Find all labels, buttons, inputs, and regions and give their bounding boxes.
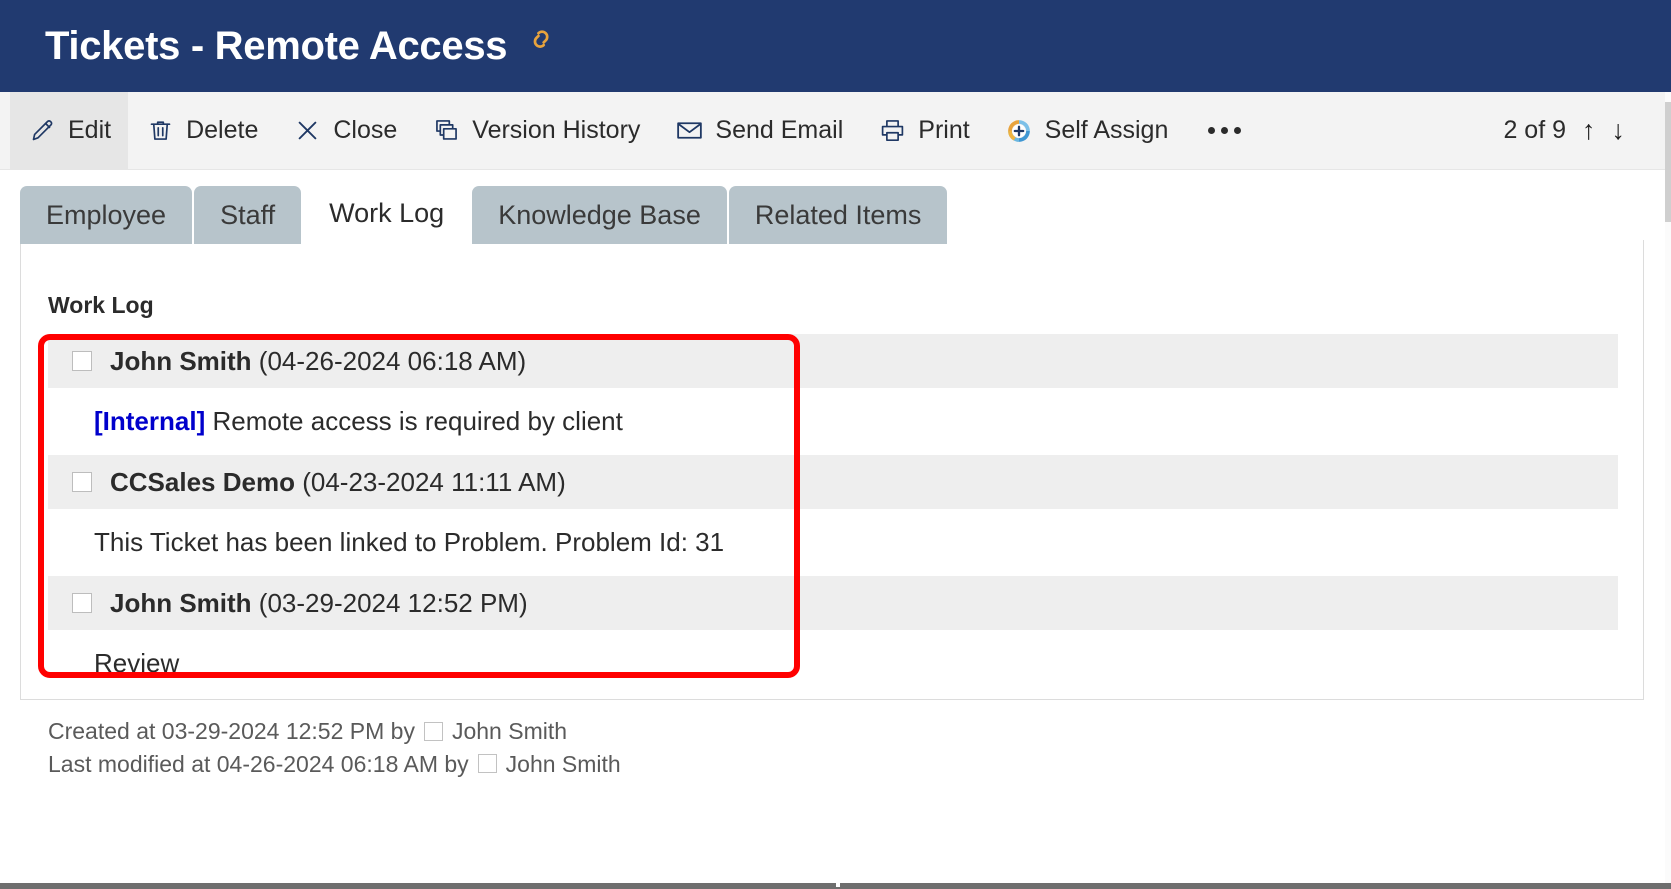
pager-position-label: 2 of 9 xyxy=(1503,116,1566,144)
delete-button[interactable]: Delete xyxy=(128,92,275,170)
created-by-name: John Smith xyxy=(451,718,568,744)
pencil-icon xyxy=(27,116,57,146)
avatar-placeholder-icon xyxy=(423,721,443,741)
work-log-message: This Ticket has been linked to Problem. … xyxy=(94,527,725,557)
work-log-entry-meta: CCSales Demo (04-23-2024 11:11 AM) xyxy=(110,467,566,498)
bottom-bar-notch xyxy=(836,882,840,887)
work-log-timestamp: (03-29-2024 12:52 PM) xyxy=(258,587,528,618)
work-log-timestamp: (04-23-2024 11:11 AM) xyxy=(302,466,566,497)
next-record-arrow-icon[interactable]: ↓ xyxy=(1612,117,1626,144)
work-log-message: Review xyxy=(94,648,180,678)
tab-employee-label: Employee xyxy=(46,199,167,230)
work-log-entry-meta: John Smith (03-29-2024 12:52 PM) xyxy=(110,588,528,619)
edit-button-label: Edit xyxy=(68,116,112,144)
avatar-placeholder-icon xyxy=(72,472,92,492)
tab-knowledge-base[interactable]: Knowledge Base xyxy=(472,186,727,244)
work-log-entry-meta: John Smith (04-26-2024 06:18 AM) xyxy=(110,346,526,377)
page-title: Tickets - Remote Access xyxy=(45,24,508,68)
avatar-placeholder-icon xyxy=(72,351,92,371)
work-log-author: John Smith xyxy=(110,587,252,618)
work-log-entry-body: Review xyxy=(48,630,1618,697)
created-at-label: Created at 03-29-2024 12:52 PM by xyxy=(48,718,415,744)
version-history-button[interactable]: Version History xyxy=(414,92,657,170)
tab-employee[interactable]: Employee xyxy=(20,186,193,244)
window-bottom-bar xyxy=(0,882,1671,889)
created-at-line: Created at 03-29-2024 12:52 PM by John S… xyxy=(48,715,1644,748)
self-assign-icon xyxy=(1004,116,1034,146)
tab-staff-label: Staff xyxy=(220,199,276,230)
tab-related-items-label: Related Items xyxy=(754,199,922,230)
version-history-button-label: Version History xyxy=(472,116,641,144)
last-modified-label: Last modified at 04-26-2024 06:18 AM by xyxy=(48,750,469,777)
more-options-button[interactable] xyxy=(1189,92,1260,170)
last-modified-line: Last modified at 04-26-2024 06:18 AM by … xyxy=(48,748,1644,781)
avatar-placeholder-icon xyxy=(72,593,92,613)
work-log-internal-tag: [Internal] xyxy=(94,406,206,436)
work-log-entry: John Smith (04-26-2024 06:18 AM) [Intern… xyxy=(48,334,1618,455)
stacked-pages-icon xyxy=(431,116,461,146)
close-button[interactable]: Close xyxy=(275,92,414,170)
ticket-detail-window: Tickets - Remote Access Edit Delete Clos… xyxy=(0,0,1671,889)
record-metadata-footer: Created at 03-29-2024 12:52 PM by John S… xyxy=(20,701,1644,780)
last-modified-by-name: John Smith xyxy=(505,750,621,777)
record-pager: 2 of 9 ↑ ↓ xyxy=(1503,116,1665,145)
ellipsis-dot-icon xyxy=(1221,127,1229,134)
work-log-entry-header[interactable]: CCSales Demo (04-23-2024 11:11 AM) xyxy=(48,455,1618,509)
work-log-message: Remote access is required by client xyxy=(212,406,623,436)
work-log-author: CCSales Demo xyxy=(110,466,295,497)
ellipsis-dot-icon xyxy=(1208,127,1216,134)
print-button[interactable]: Print xyxy=(860,92,986,170)
work-log-entry-body: [Internal] Remote access is required by … xyxy=(48,388,1618,455)
delete-button-label: Delete xyxy=(186,116,259,144)
page-scrollbar-thumb[interactable] xyxy=(1665,102,1671,222)
print-button-label: Print xyxy=(918,116,970,144)
self-assign-button-label: Self Assign xyxy=(1044,116,1169,144)
ellipsis-dot-icon xyxy=(1234,127,1242,134)
trash-icon xyxy=(145,116,175,146)
detail-tabstrip: Employee Staff Work Log Knowledge Base R… xyxy=(20,182,949,244)
self-assign-button[interactable]: Self Assign xyxy=(987,92,1186,170)
printer-icon xyxy=(877,116,907,146)
work-log-entry: John Smith (03-29-2024 12:52 PM) Review xyxy=(48,576,1618,697)
action-toolbar: Edit Delete Close Version History Send E… xyxy=(0,91,1665,170)
previous-record-arrow-icon[interactable]: ↑ xyxy=(1582,117,1596,144)
send-email-button[interactable]: Send Email xyxy=(657,92,860,170)
page-scrollbar[interactable] xyxy=(1665,92,1671,889)
close-x-icon xyxy=(292,116,322,146)
work-log-entry-header[interactable]: John Smith (03-29-2024 12:52 PM) xyxy=(48,576,1618,630)
work-log-entry: CCSales Demo (04-23-2024 11:11 AM) This … xyxy=(48,455,1618,576)
avatar-placeholder-icon xyxy=(477,754,497,774)
close-button-label: Close xyxy=(333,116,398,144)
work-log-panel: Work Log John Smith (04-26-2024 06:18 AM… xyxy=(20,240,1644,700)
work-log-section-heading: Work Log xyxy=(48,292,154,318)
tab-work-log[interactable]: Work Log xyxy=(303,182,471,244)
tab-work-log-label: Work Log xyxy=(329,197,445,228)
link-chain-icon[interactable] xyxy=(525,23,559,57)
work-log-timestamp: (04-26-2024 06:18 AM) xyxy=(258,345,527,376)
work-log-entry-list: John Smith (04-26-2024 06:18 AM) [Intern… xyxy=(48,334,1618,697)
work-log-entry-header[interactable]: John Smith (04-26-2024 06:18 AM) xyxy=(48,334,1618,388)
envelope-icon xyxy=(674,116,704,146)
send-email-button-label: Send Email xyxy=(715,116,844,144)
work-log-author: John Smith xyxy=(110,345,252,376)
edit-button[interactable]: Edit xyxy=(10,91,129,170)
tab-staff[interactable]: Staff xyxy=(194,186,302,244)
tab-related-items[interactable]: Related Items xyxy=(728,186,948,244)
window-title-bar: Tickets - Remote Access xyxy=(0,0,1671,92)
work-log-entry-body: This Ticket has been linked to Problem. … xyxy=(48,509,1618,576)
tab-knowledge-base-label: Knowledge Base xyxy=(498,199,701,230)
